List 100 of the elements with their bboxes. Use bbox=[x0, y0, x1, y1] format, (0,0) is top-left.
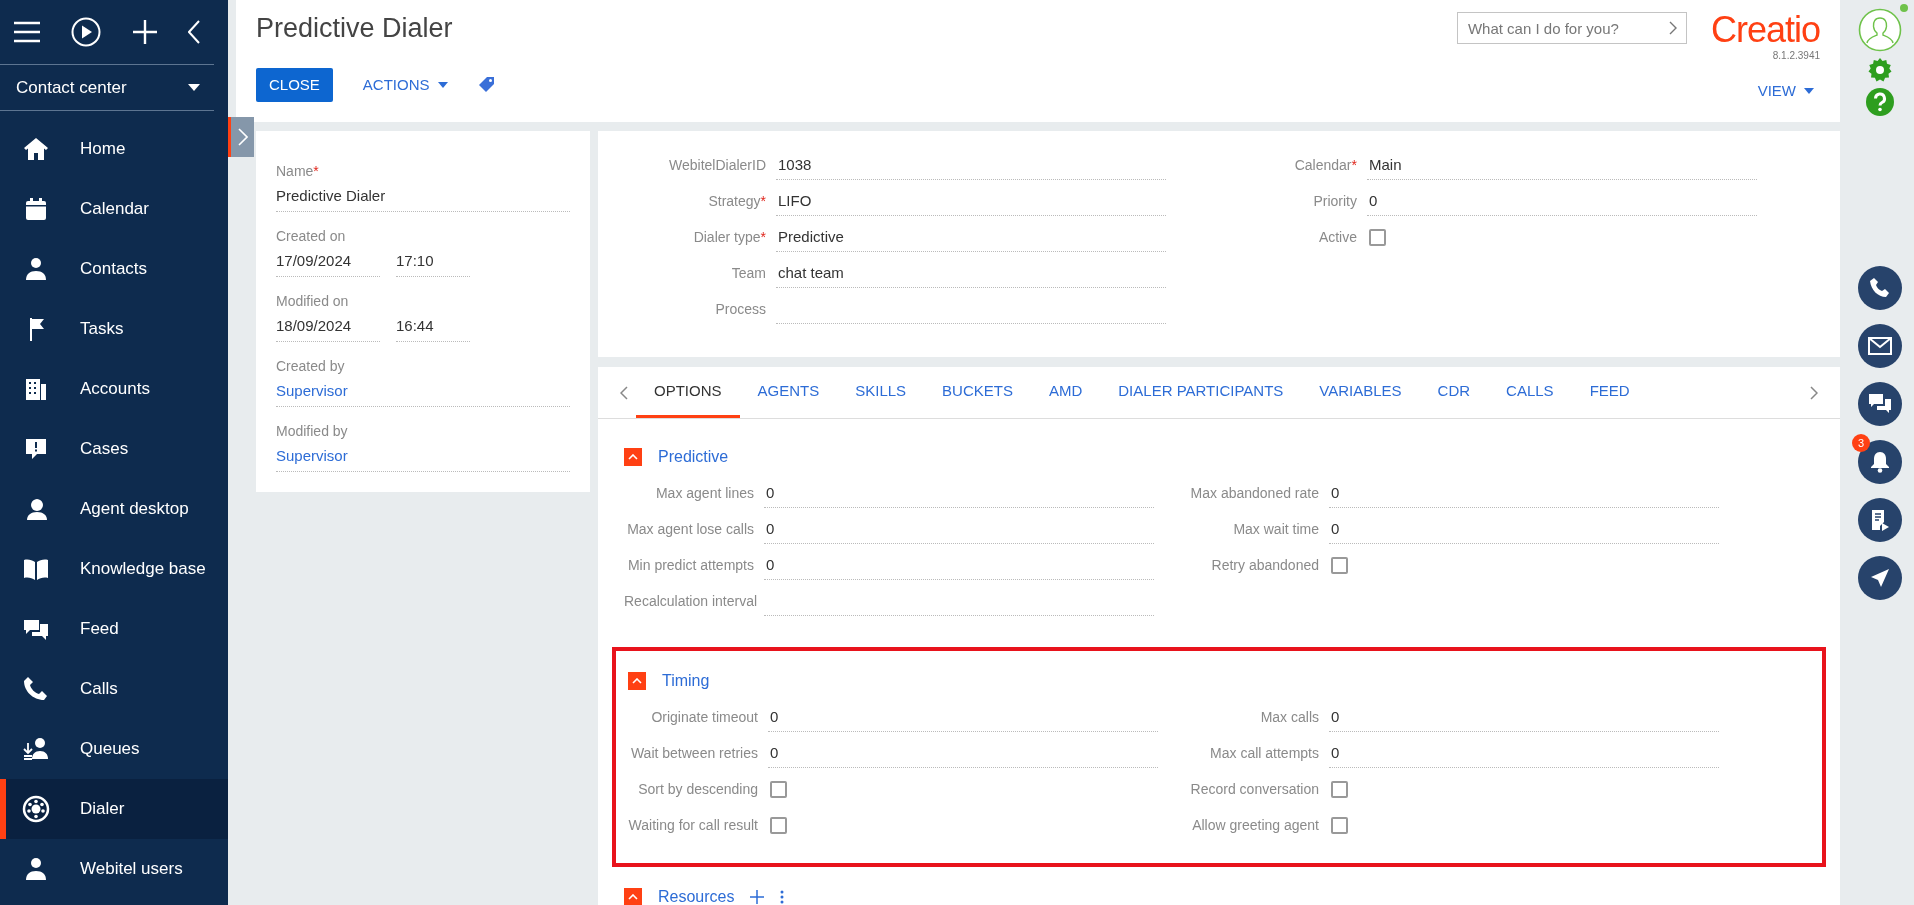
user-link[interactable]: Supervisor bbox=[276, 377, 570, 407]
field-label: Originate timeout bbox=[650, 707, 759, 727]
sidebar-item[interactable]: Knowledge base bbox=[0, 539, 228, 599]
field-label: Strategy* bbox=[707, 191, 767, 211]
sidebar-item[interactable]: Calls bbox=[0, 659, 228, 719]
section-title[interactable]: Resources bbox=[658, 885, 735, 905]
input-field[interactable]: 0 bbox=[764, 514, 1154, 544]
sidebar-item[interactable]: Calendar bbox=[0, 179, 228, 239]
input-field[interactable]: Predictive bbox=[776, 222, 1166, 252]
view-button[interactable]: VIEW bbox=[1751, 78, 1820, 110]
field-label: Min predict attempts bbox=[626, 555, 755, 575]
document-button[interactable] bbox=[1858, 498, 1902, 542]
collapse-icon[interactable] bbox=[188, 20, 200, 44]
notifications-button[interactable] bbox=[1858, 440, 1902, 484]
time-field[interactable]: 16:44 bbox=[396, 312, 470, 342]
date-field[interactable]: 17/09/2024 bbox=[276, 247, 380, 277]
input-field[interactable]: LIFO bbox=[776, 186, 1166, 216]
input-field[interactable]: 0 bbox=[768, 702, 1158, 732]
time-field[interactable]: 17:10 bbox=[396, 247, 470, 277]
collapse-toggle[interactable] bbox=[624, 448, 642, 466]
tab[interactable]: AMD bbox=[1030, 367, 1101, 418]
sidebar-item[interactable]: Cases bbox=[0, 419, 228, 479]
tag-icon[interactable] bbox=[477, 76, 495, 94]
section-title[interactable]: Predictive bbox=[658, 445, 729, 469]
tab[interactable]: VARIABLES bbox=[1301, 367, 1420, 418]
field-label: Max calls bbox=[1259, 707, 1320, 727]
caret-icon bbox=[1804, 87, 1814, 94]
field-label: Record conversation bbox=[1189, 779, 1320, 799]
collapse-toggle[interactable] bbox=[624, 888, 642, 905]
input-field[interactable]: 0 bbox=[1367, 186, 1757, 216]
sidebar-item[interactable]: Accounts bbox=[0, 359, 228, 419]
input-field[interactable]: 1038 bbox=[776, 150, 1166, 180]
tab[interactable]: CALLS bbox=[1488, 367, 1572, 418]
tab[interactable]: FEED bbox=[1571, 367, 1648, 418]
input-field[interactable]: 0 bbox=[764, 550, 1154, 580]
input-field[interactable]: 0 bbox=[768, 738, 1158, 768]
input-field[interactable]: 0 bbox=[1329, 738, 1719, 768]
help-icon[interactable] bbox=[1866, 88, 1894, 116]
queue-person-icon bbox=[22, 735, 50, 763]
sidebar-item[interactable]: Contacts bbox=[0, 239, 228, 299]
menu-icon[interactable] bbox=[14, 21, 40, 43]
close-button[interactable]: CLOSE bbox=[256, 67, 333, 102]
checkbox[interactable] bbox=[770, 816, 787, 834]
text-field[interactable]: Predictive Dialer bbox=[276, 182, 570, 212]
chat-button[interactable] bbox=[1858, 382, 1902, 426]
tab[interactable]: BUCKETS bbox=[924, 367, 1031, 418]
phone-button[interactable] bbox=[1858, 266, 1902, 310]
user-link[interactable]: Supervisor bbox=[276, 442, 570, 472]
plus-icon[interactable] bbox=[132, 20, 157, 44]
field-label: Max agent lines bbox=[654, 483, 755, 503]
sidebar-item[interactable]: Webitel users bbox=[0, 839, 228, 899]
add-icon[interactable] bbox=[750, 890, 765, 904]
email-button[interactable] bbox=[1858, 324, 1902, 368]
expand-panel-handle[interactable] bbox=[228, 117, 254, 157]
field-label: Max call attempts bbox=[1209, 743, 1320, 763]
avatar-icon[interactable] bbox=[1858, 8, 1902, 52]
field-label: Max agent lose calls bbox=[626, 519, 755, 539]
tab[interactable]: DIALER PARTICIPANTS bbox=[1100, 367, 1302, 418]
sidebar-item[interactable]: Dialer bbox=[0, 779, 228, 839]
sidebar-item[interactable]: Agent desktop bbox=[0, 479, 228, 539]
caret-icon bbox=[188, 84, 200, 91]
input-field[interactable]: 0 bbox=[1329, 514, 1719, 544]
date-field[interactable]: 18/09/2024 bbox=[276, 312, 380, 342]
search-field[interactable]: What can I do for you? bbox=[1456, 12, 1687, 44]
more-options-icon[interactable] bbox=[780, 890, 785, 904]
tab[interactable]: SKILLS bbox=[837, 367, 925, 418]
field-label: Active bbox=[1317, 227, 1358, 247]
checkbox[interactable] bbox=[770, 780, 787, 798]
input-field[interactable]: 0 bbox=[764, 478, 1154, 508]
checkbox[interactable] bbox=[1369, 228, 1386, 246]
checkbox[interactable] bbox=[1331, 780, 1348, 798]
field-label: Calendar* bbox=[1293, 155, 1358, 175]
chevron-up-icon bbox=[632, 678, 642, 684]
caret-icon bbox=[437, 81, 448, 88]
input-field[interactable]: 0 bbox=[1329, 702, 1719, 732]
sidebar-item[interactable]: Home bbox=[0, 119, 228, 179]
field-label: Dialer type* bbox=[692, 227, 767, 247]
actions-button[interactable]: ACTIONS bbox=[356, 72, 454, 97]
sidebar-item[interactable]: Queues bbox=[0, 719, 228, 779]
section-title[interactable]: Timing bbox=[662, 669, 710, 693]
input-field[interactable]: 0 bbox=[1329, 478, 1719, 508]
field-label: Allow greeting agent bbox=[1191, 815, 1320, 835]
collapse-toggle[interactable] bbox=[628, 672, 646, 690]
play-icon[interactable] bbox=[71, 17, 102, 47]
checkbox[interactable] bbox=[1331, 816, 1348, 834]
input-field[interactable]: Main bbox=[1367, 150, 1757, 180]
tab[interactable]: OPTIONS bbox=[636, 367, 740, 418]
tab[interactable]: CDR bbox=[1419, 367, 1489, 418]
sidebar-item[interactable]: Tasks bbox=[0, 299, 228, 359]
field-label: Team bbox=[730, 263, 767, 283]
tab[interactable]: AGENTS bbox=[739, 367, 838, 418]
send-button[interactable] bbox=[1858, 556, 1902, 600]
chevron-right-icon[interactable] bbox=[1668, 21, 1677, 35]
sidebar-item[interactable]: Feed bbox=[0, 599, 228, 659]
field-label: Sort by descending bbox=[637, 779, 759, 799]
input-field[interactable]: chat team bbox=[776, 258, 1166, 288]
field-label: Process bbox=[714, 299, 767, 319]
checkbox[interactable] bbox=[1331, 556, 1348, 574]
workplace-selector[interactable]: Contact center bbox=[0, 65, 214, 111]
gear-icon[interactable] bbox=[1866, 56, 1894, 84]
